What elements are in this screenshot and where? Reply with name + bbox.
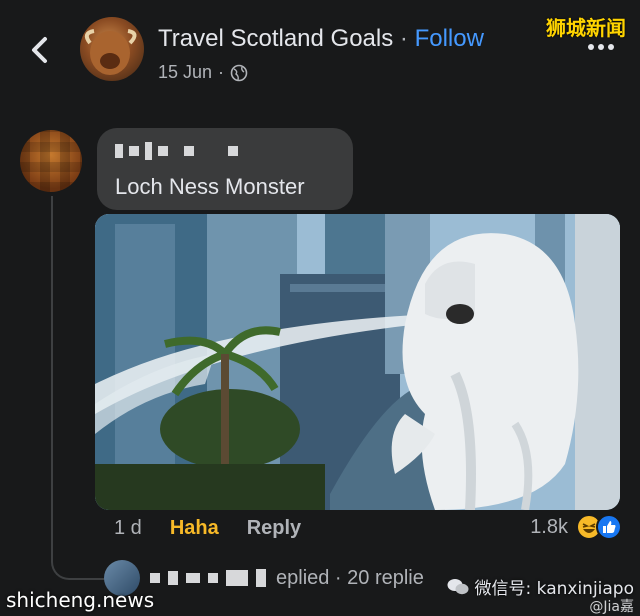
like-reaction-icon <box>596 514 622 540</box>
reaction-summary[interactable]: 1.8k <box>530 514 622 540</box>
comment-photo-merlion[interactable] <box>95 214 620 510</box>
post-meta: 15 Jun · <box>158 62 248 83</box>
comment-bubble: Loch Ness Monster <box>97 128 353 210</box>
date-separator: · <box>218 62 225 82</box>
wechat-icon <box>447 578 469 594</box>
back-button[interactable] <box>22 30 58 70</box>
watermark-site: shicheng.news <box>6 588 155 612</box>
reply-button[interactable]: Reply <box>247 517 301 540</box>
watermark-logo: 狮城新闻 <box>546 16 626 40</box>
back-icon <box>32 37 47 63</box>
replier-name-redacted <box>150 569 266 587</box>
page-avatar[interactable] <box>80 17 144 81</box>
comment-time[interactable]: 1 d <box>114 517 142 540</box>
post-header: Travel Scotland Goals · Follow 15 Jun · … <box>0 0 640 100</box>
page-name-line: Travel Scotland Goals · Follow <box>158 25 484 53</box>
comment-text: Loch Ness Monster <box>115 174 305 199</box>
commenter-avatar[interactable] <box>20 130 82 192</box>
commenter-name-redacted[interactable] <box>115 142 238 160</box>
globe-icon <box>230 64 248 81</box>
page-name[interactable]: Travel Scotland Goals <box>158 25 393 52</box>
name-separator: · <box>399 25 408 52</box>
follow-button[interactable]: Follow <box>415 25 484 52</box>
haha-reaction-button[interactable]: Haha <box>170 517 219 540</box>
reaction-count: 1.8k <box>530 515 568 538</box>
post-date[interactable]: 15 Jun <box>158 62 212 83</box>
replies-summary[interactable]: eplied · 20 replie <box>276 567 424 590</box>
watermark-handle: @Jia嘉 <box>589 599 634 615</box>
comment-actions: 1 d Haha Reply <box>114 517 301 540</box>
reaction-icons <box>576 514 622 540</box>
more-icon[interactable] <box>588 44 614 50</box>
